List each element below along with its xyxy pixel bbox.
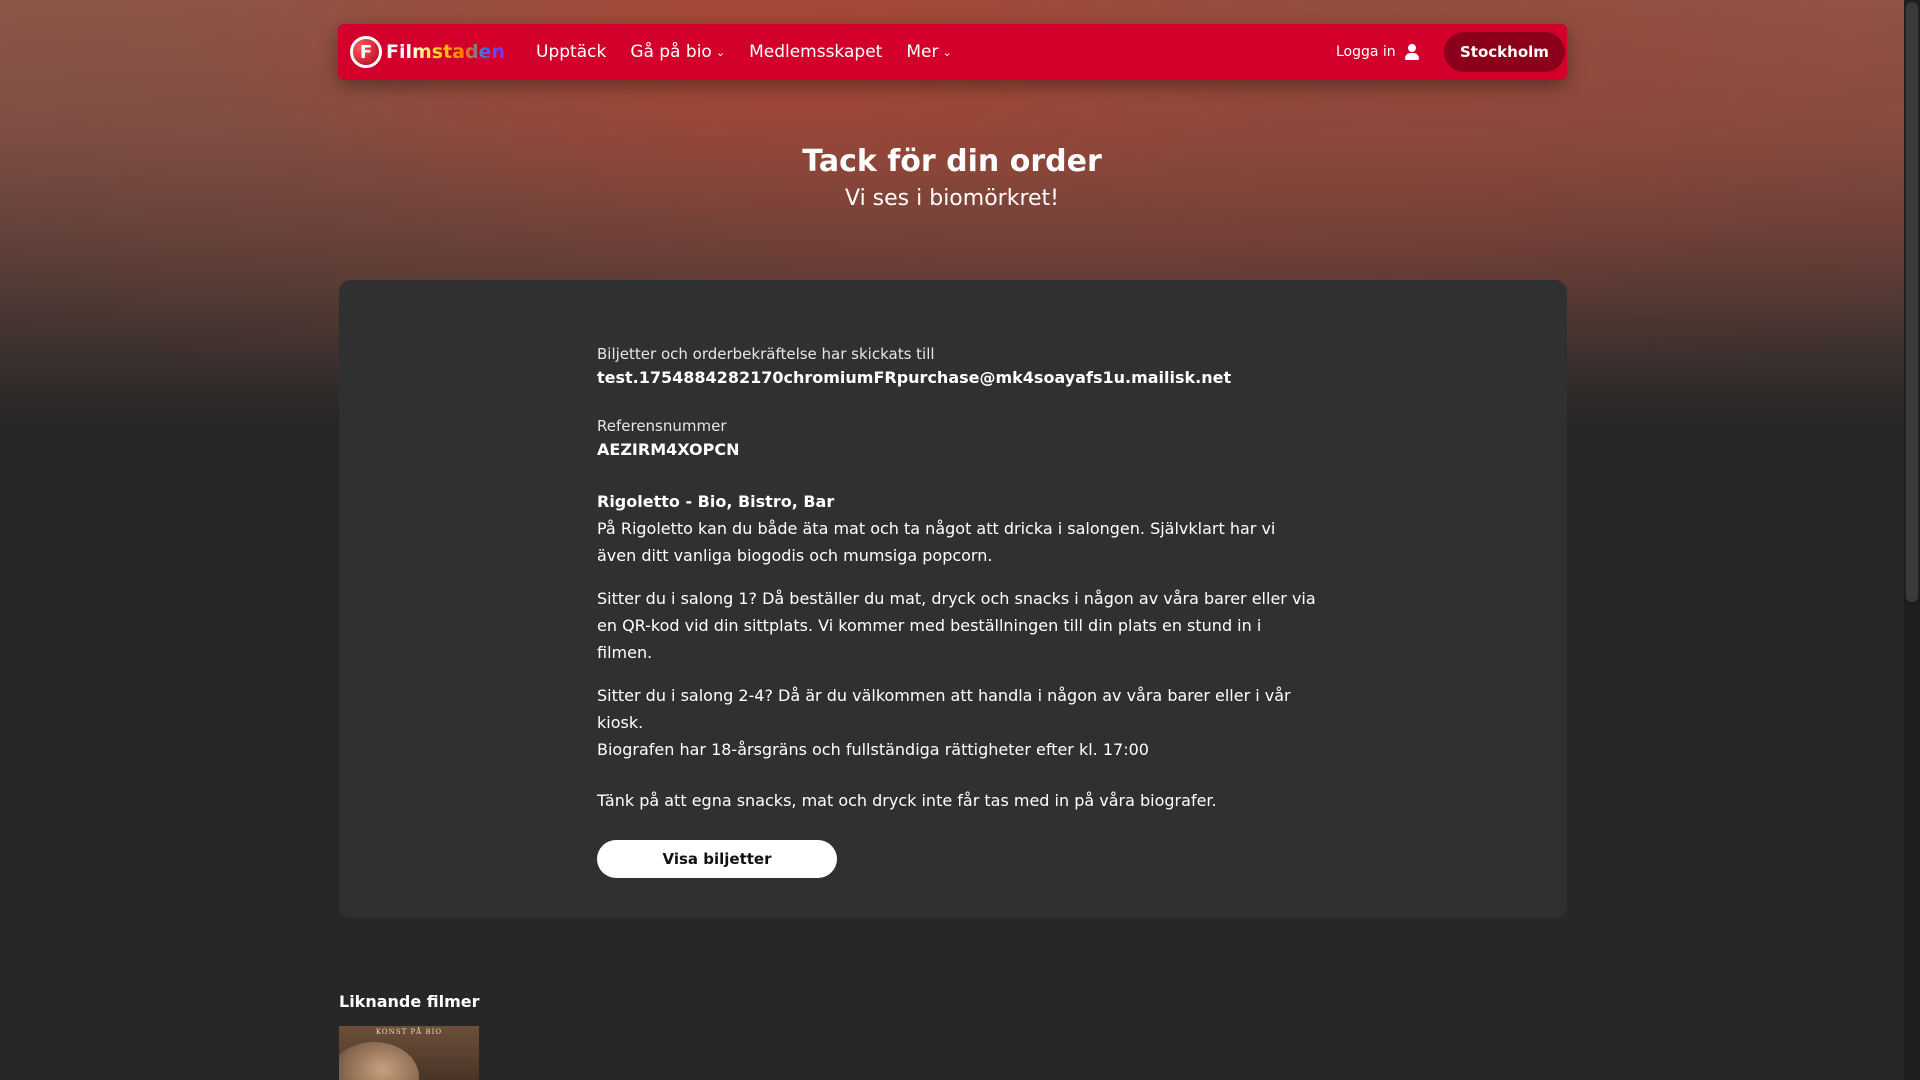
nav-item-mer[interactable]: Mer ⌄ xyxy=(906,42,951,62)
scrollbar-thumb[interactable] xyxy=(1906,2,1918,602)
city-label: Stockholm xyxy=(1460,43,1549,61)
venue-paragraph-3: Sitter du i salong 2-4? Då är du välkomm… xyxy=(597,686,1291,732)
logo-text: Filmstaden xyxy=(386,41,506,63)
show-tickets-button[interactable]: Visa biljetter xyxy=(597,840,837,878)
sent-to-block: Biljetter och orderbekräftelse har skick… xyxy=(597,344,1317,390)
venue-info: Rigoletto - Bio, Bistro, Bar På Rigolett… xyxy=(597,488,1317,814)
top-navbar: F Filmstaden Upptäck Gå på bio ⌄ Medlems… xyxy=(338,24,1567,80)
poster-image xyxy=(339,1042,419,1080)
city-select-button[interactable]: Stockholm xyxy=(1444,32,1565,72)
order-confirmation-card: Biljetter och orderbekräftelse har skick… xyxy=(339,280,1567,918)
nav-item-label: Gå på bio xyxy=(630,42,712,62)
login-label: Logga in xyxy=(1336,44,1396,60)
sent-to-label: Biljetter och orderbekräftelse har skick… xyxy=(597,345,935,363)
venue-paragraph-1: På Rigoletto kan du både äta mat och ta … xyxy=(597,519,1276,565)
nav-item-label: Medlemsskapet xyxy=(749,42,883,62)
venue-paragraph-4: Biografen har 18-årsgräns och fullständi… xyxy=(597,740,1149,759)
show-tickets-label: Visa biljetter xyxy=(662,850,772,868)
user-icon xyxy=(1404,44,1420,60)
login-button[interactable]: Logga in xyxy=(1336,24,1420,80)
reference-value: AEZIRM4XOPCN xyxy=(597,440,740,459)
page-subtitle: Vi ses i biomörkret! xyxy=(845,186,1059,211)
order-content: Biljetter och orderbekräftelse har skick… xyxy=(597,344,1317,878)
poster-text: KONST PÅ BIO xyxy=(375,1028,443,1036)
logo[interactable]: F Filmstaden xyxy=(350,35,505,69)
nav-item-label: Upptäck xyxy=(536,42,607,62)
chevron-down-icon: ⌄ xyxy=(715,45,726,59)
nav-item-label: Mer xyxy=(906,42,939,62)
scrollbar[interactable] xyxy=(1904,0,1920,1080)
nav-item-ga-pa-bio[interactable]: Gå på bio ⌄ xyxy=(630,42,725,62)
chevron-down-icon: ⌄ xyxy=(942,45,952,59)
similar-movies-heading: Liknande filmer xyxy=(339,992,480,1011)
nav-item-upptack[interactable]: Upptäck xyxy=(536,42,606,62)
movie-poster[interactable]: KONST PÅ BIO xyxy=(339,1026,479,1080)
logo-mark-icon: F xyxy=(350,36,382,68)
venue-title: Rigoletto - Bio, Bistro, Bar xyxy=(597,492,835,511)
snacks-notice: Tänk på att egna snacks, mat och dryck i… xyxy=(597,791,1217,810)
page-title: Tack för din order xyxy=(802,144,1102,179)
venue-paragraph-2: Sitter du i salong 1? Då beställer du ma… xyxy=(597,589,1316,662)
reference-block: Referensnummer AEZIRM4XOPCN xyxy=(597,416,1317,462)
reference-label: Referensnummer xyxy=(597,417,727,435)
main-nav: Upptäck Gå på bio ⌄ Medlemsskapet Mer ⌄ xyxy=(536,24,976,80)
nav-item-medlemsskapet[interactable]: Medlemsskapet xyxy=(749,42,882,62)
email-value: test.1754884282170chromiumFRpurchase@mk4… xyxy=(597,368,1232,387)
